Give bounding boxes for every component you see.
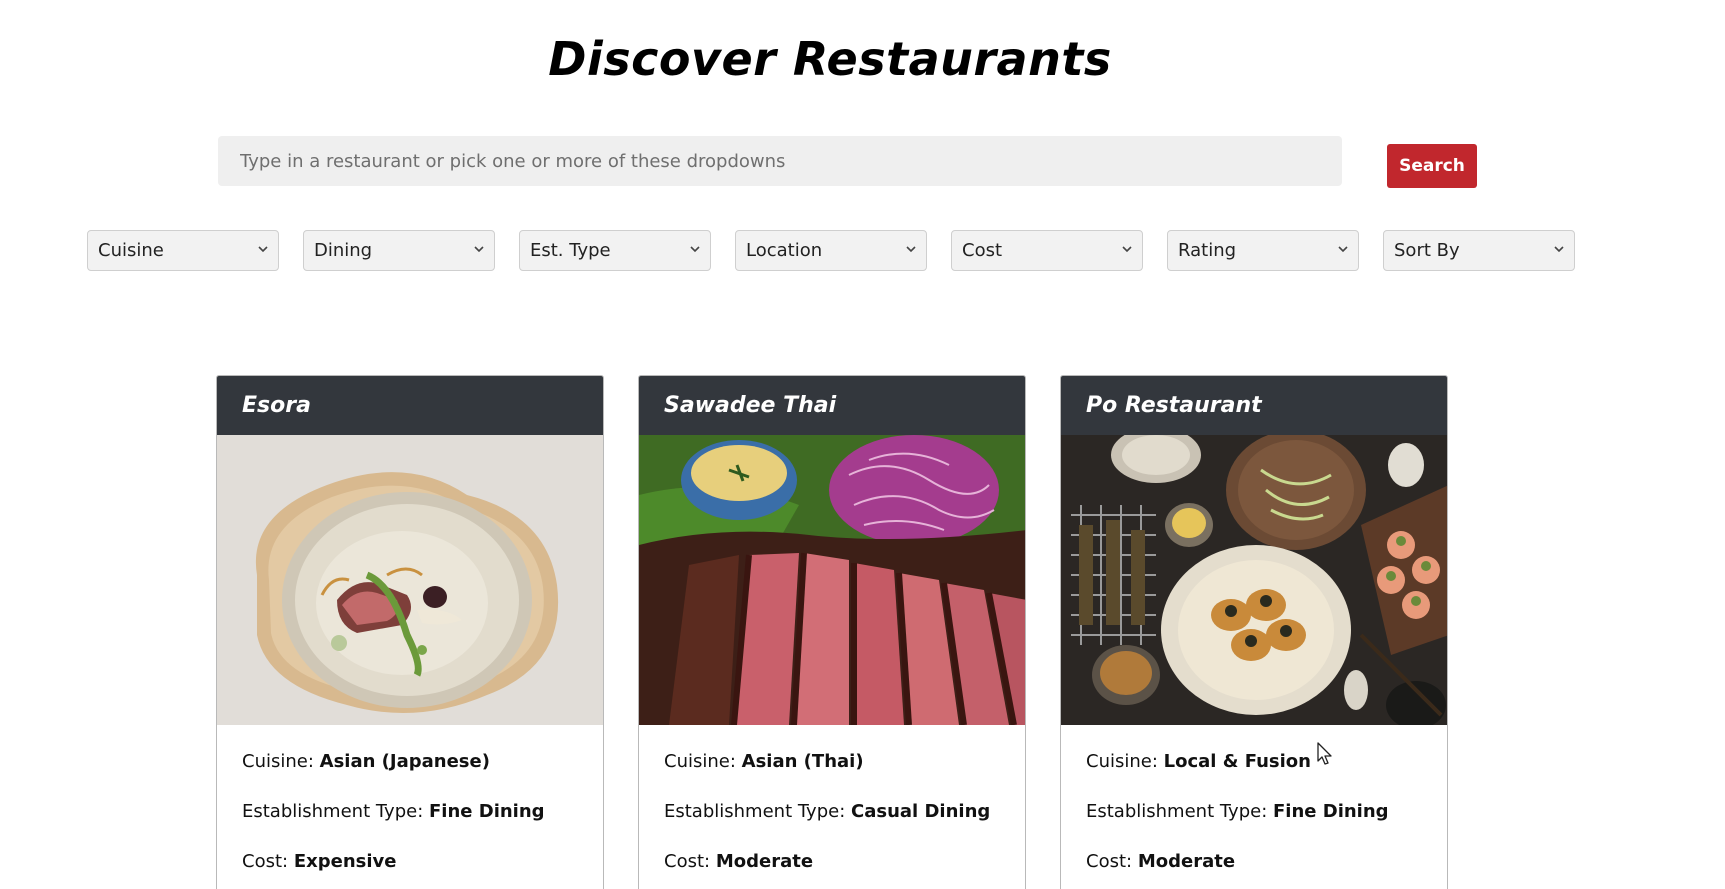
cuisine-dropdown[interactable]: Cuisine <box>87 230 279 271</box>
cuisine-label: Cuisine: <box>1086 751 1158 772</box>
cuisine-label: Cuisine: <box>664 751 736 772</box>
rating-dropdown-label: Rating <box>1178 240 1237 261</box>
establishment-type-value: Fine Dining <box>1273 801 1389 822</box>
establishment-type-label: Establishment Type: <box>1086 801 1268 822</box>
cost-dropdown-label: Cost <box>962 240 1003 261</box>
discover-restaurants-page: Discover Restaurants Search Cuisine Dini… <box>0 0 1725 889</box>
chevron-down-icon <box>1554 246 1564 253</box>
cuisine-value: Local & Fusion <box>1163 751 1311 772</box>
establishment-type-row: Establishment Type: Fine Dining <box>1086 801 1422 851</box>
cuisine-row: Cuisine: Asian (Japanese) <box>242 751 578 801</box>
restaurant-name[interactable]: Esora <box>217 376 603 435</box>
cuisine-row: Cuisine: Asian (Thai) <box>664 751 1000 801</box>
cost-dropdown[interactable]: Cost <box>951 230 1143 271</box>
cuisine-dropdown-label: Cuisine <box>98 240 164 261</box>
chevron-down-icon <box>906 246 916 253</box>
chevron-down-icon <box>258 246 268 253</box>
dining-dropdown[interactable]: Dining <box>303 230 495 271</box>
restaurant-name[interactable]: Po Restaurant <box>1061 376 1447 435</box>
chevron-down-icon <box>474 246 484 253</box>
rating-dropdown[interactable]: Rating <box>1167 230 1359 271</box>
chevron-down-icon <box>1338 246 1348 253</box>
cost-value: Moderate <box>1137 851 1236 872</box>
sort-by-dropdown[interactable]: Sort By <box>1383 230 1575 271</box>
food-spread-photo[interactable] <box>1061 435 1447 725</box>
est-type-dropdown[interactable]: Est. Type <box>519 230 711 271</box>
cuisine-row: Cuisine: Local & Fusion <box>1086 751 1422 801</box>
restaurant-details: Cuisine: Asian (Thai) Establishment Type… <box>639 725 1025 889</box>
mouse-pointer-icon <box>1317 742 1332 765</box>
chevron-down-icon <box>1122 246 1132 253</box>
location-dropdown-label: Location <box>746 240 823 261</box>
cuisine-label: Cuisine: <box>242 751 314 772</box>
cuisine-value: Asian (Thai) <box>741 751 864 772</box>
restaurant-card-list: Esora Cuisine: Asian (Japanese) Establis… <box>216 375 1448 889</box>
plated-dish-photo-art <box>217 435 603 725</box>
restaurant-card[interactable]: Po Restaurant Cuisine: Local & Fusion Es… <box>1060 375 1448 889</box>
sort-by-dropdown-label: Sort By <box>1394 240 1460 261</box>
grilled-steak-photo[interactable] <box>639 435 1025 725</box>
search-input[interactable] <box>218 136 1342 186</box>
restaurant-card[interactable]: Esora Cuisine: Asian (Japanese) Establis… <box>216 375 604 889</box>
page-title: Discover Restaurants <box>548 32 1112 86</box>
cost-label: Cost: <box>242 851 289 872</box>
cost-label: Cost: <box>1086 851 1133 872</box>
establishment-type-label: Establishment Type: <box>664 801 846 822</box>
dining-dropdown-label: Dining <box>314 240 373 261</box>
cost-row: Cost: Moderate <box>664 851 1000 889</box>
establishment-type-value: Fine Dining <box>429 801 545 822</box>
establishment-type-value: Casual Dining <box>851 801 991 822</box>
grilled-steak-photo-art <box>639 435 1025 725</box>
restaurant-details: Cuisine: Local & Fusion Establishment Ty… <box>1061 725 1447 889</box>
cost-row: Cost: Expensive <box>242 851 578 889</box>
est-type-dropdown-label: Est. Type <box>530 240 611 261</box>
cost-value: Expensive <box>293 851 397 872</box>
food-spread-photo-art <box>1061 435 1447 725</box>
establishment-type-label: Establishment Type: <box>242 801 424 822</box>
cost-row: Cost: Moderate <box>1086 851 1422 889</box>
establishment-type-row: Establishment Type: Casual Dining <box>664 801 1000 851</box>
plated-dish-photo[interactable] <box>217 435 603 725</box>
cost-value: Moderate <box>715 851 814 872</box>
establishment-type-row: Establishment Type: Fine Dining <box>242 801 578 851</box>
location-dropdown[interactable]: Location <box>735 230 927 271</box>
filter-bar: Cuisine Dining Est. Type Location Cost R… <box>87 230 1575 271</box>
chevron-down-icon <box>690 246 700 253</box>
search-button[interactable]: Search <box>1387 144 1477 188</box>
cost-label: Cost: <box>664 851 711 872</box>
restaurant-name[interactable]: Sawadee Thai <box>639 376 1025 435</box>
restaurant-card[interactable]: Sawadee Thai Cuisine: Asian (Thai) Estab… <box>638 375 1026 889</box>
restaurant-details: Cuisine: Asian (Japanese) Establishment … <box>217 725 603 889</box>
cuisine-value: Asian (Japanese) <box>319 751 490 772</box>
